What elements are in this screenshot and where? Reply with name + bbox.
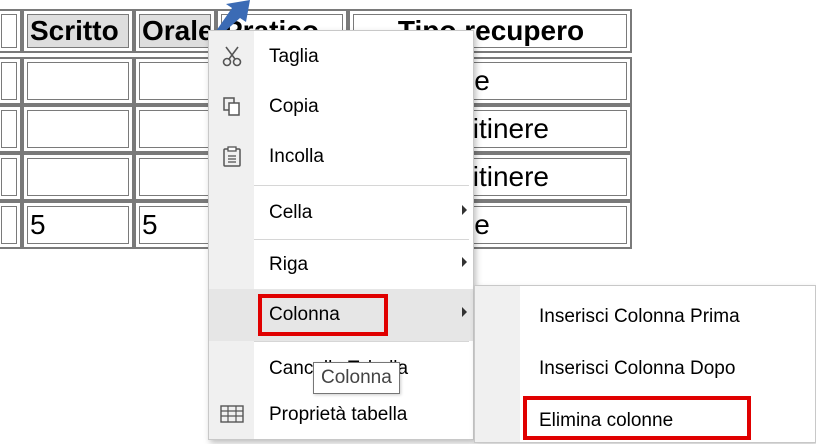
menu-item-label: Copia — [269, 96, 319, 117]
copy-icon — [219, 93, 245, 119]
menu-item-label: Incolla — [269, 146, 324, 167]
table-cell[interactable]: 5 — [22, 201, 134, 249]
menu-item-copia[interactable]: Copia — [209, 81, 473, 133]
header-cell-left-edge — [0, 9, 22, 53]
table-cell[interactable] — [134, 57, 216, 105]
scissors-icon — [219, 43, 245, 69]
submenu-arrow-icon — [462, 205, 467, 215]
highlight-box — [258, 294, 388, 336]
table-cell[interactable]: 5 — [134, 201, 216, 249]
menu-separator — [254, 341, 469, 342]
paste-icon — [219, 143, 245, 169]
table-cell[interactable] — [22, 57, 134, 105]
submenu-item-inserisci-colonna-prima[interactable]: Inserisci Colonna Prima — [475, 290, 815, 340]
menu-item-label: Proprietà tabella — [269, 404, 408, 425]
menu-item-label: Taglia — [269, 46, 319, 67]
table-cell[interactable] — [22, 153, 134, 201]
highlight-box — [523, 396, 751, 440]
header-cell-scritto[interactable]: Scritto — [22, 9, 134, 53]
menu-item-colonna[interactable]: Colonna — [209, 289, 473, 341]
table-cell[interactable] — [22, 105, 134, 153]
header-cell-orale[interactable]: Orale — [134, 9, 216, 53]
submenu-arrow-icon — [462, 307, 467, 317]
submenu-item-label: Inserisci Colonna Prima — [539, 306, 740, 327]
table-cell-left-edge — [0, 57, 22, 105]
tooltip: Colonna — [313, 362, 400, 394]
submenu-item-inserisci-colonna-dopo[interactable]: Inserisci Colonna Dopo — [475, 342, 815, 392]
menu-item-proprieta-tabella[interactable]: Proprietà tabella — [209, 389, 473, 441]
table-cell[interactable] — [134, 105, 216, 153]
table-cell-left-edge — [0, 153, 22, 201]
column-submenu: Inserisci Colonna Prima Inserisci Colonn… — [474, 285, 816, 443]
submenu-arrow-icon — [462, 257, 467, 267]
menu-item-riga[interactable]: Riga — [209, 239, 473, 291]
menu-item-taglia[interactable]: Taglia — [209, 31, 473, 83]
table-cell-left-edge — [0, 201, 22, 249]
table-icon — [219, 401, 245, 427]
submenu-item-label: Inserisci Colonna Dopo — [539, 358, 736, 379]
table-cell[interactable] — [134, 153, 216, 201]
annotation-arrow-icon — [214, 0, 250, 34]
menu-item-label: Riga — [269, 254, 309, 275]
menu-item-incolla[interactable]: Incolla — [209, 131, 473, 183]
menu-item-label: Cella — [269, 202, 313, 223]
menu-separator — [254, 185, 469, 186]
menu-item-cella[interactable]: Cella — [209, 187, 473, 239]
table-cell-left-edge — [0, 105, 22, 153]
